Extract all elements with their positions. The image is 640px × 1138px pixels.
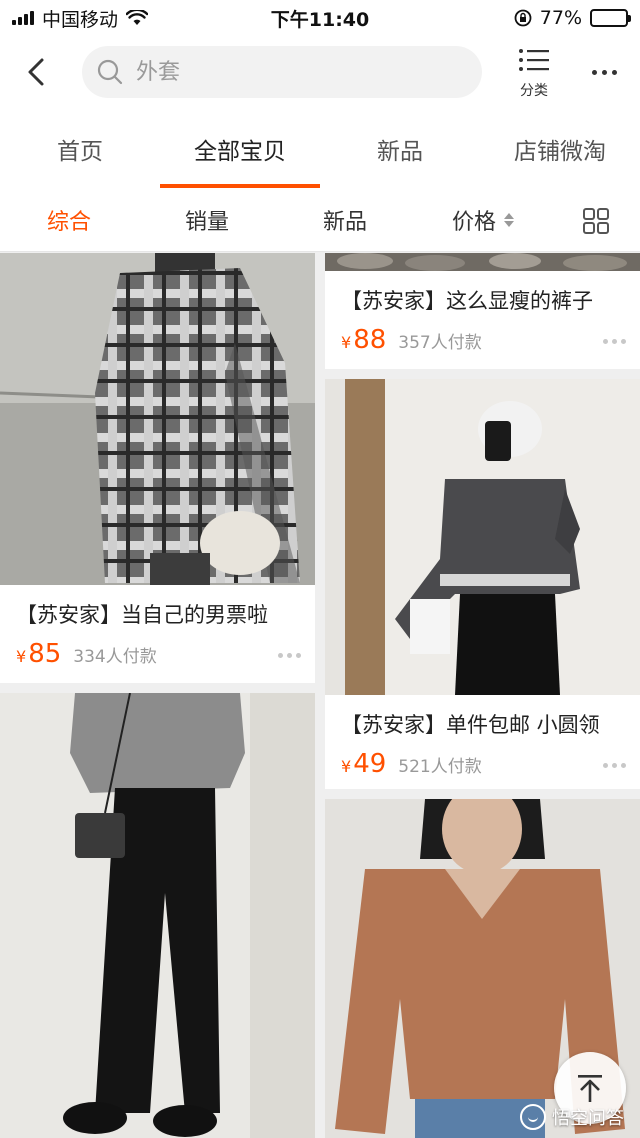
tab-home[interactable]: 首页 [0, 110, 160, 188]
carrier-name: 中国移动 [42, 8, 119, 31]
more-dots-icon[interactable] [278, 653, 301, 658]
currency-symbol: ¥ [341, 333, 352, 352]
more-dots-icon[interactable] [584, 56, 624, 88]
sort-sales[interactable]: 销量 [138, 204, 276, 236]
sort-comprehensive[interactable]: 综合 [0, 204, 138, 236]
product-sold-count: 334人付款 [73, 647, 157, 667]
product-sold-count: 357人付款 [398, 333, 482, 353]
product-image-grey-sweater[interactable] [325, 379, 640, 695]
rotation-lock-icon [514, 9, 532, 27]
wifi-icon [126, 10, 149, 25]
product-image-flare-pants[interactable] [0, 693, 315, 1138]
product-image-pants-crop[interactable] [325, 253, 640, 271]
sort-price-label: 价格 [451, 209, 496, 235]
product-sold-count: 521人付款 [398, 757, 482, 777]
status-bar: 中国移动 下午11:40 77% [0, 0, 640, 36]
sort-price[interactable]: 价格 [414, 204, 552, 236]
product-card[interactable]: 【苏安家】单件包邮 小圆领 ¥ 49 521人付款 [325, 379, 640, 789]
product-price-row: ¥ 49 521人付款 [341, 749, 482, 779]
status-left: 中国移动 [12, 5, 514, 32]
currency-symbol: ¥ [341, 757, 352, 776]
watermark-logo-icon [520, 1104, 546, 1130]
search-icon [97, 59, 123, 85]
product-card[interactable]: 【苏安家】当自己的男票啦 ¥ 85 334人付款 [0, 253, 315, 683]
watermark: 悟空问答 [520, 1100, 640, 1134]
more-dots-icon[interactable] [603, 339, 626, 344]
battery-icon [590, 9, 631, 27]
product-card[interactable]: 【苏安家】这么显瘦的裤子 ¥ 88 357人付款 [325, 253, 640, 369]
more-dots-icon[interactable] [603, 763, 626, 768]
product-price-row: ¥ 88 357人付款 [341, 325, 482, 355]
chevron-left-icon[interactable] [18, 52, 58, 92]
battery-percent: 77% [539, 7, 582, 29]
sort-new-label: 新品 [322, 209, 367, 235]
product-price: 88 [353, 325, 387, 355]
search-header: 分类 [0, 36, 640, 110]
grid-view-icon[interactable] [582, 207, 610, 235]
tab-store-feed[interactable]: 店铺微淘 [480, 110, 640, 188]
tab-all-items[interactable]: 全部宝贝 [160, 110, 320, 188]
category-button[interactable]: 分类 [510, 46, 558, 102]
shop-page: 中国移动 下午11:40 77% 外套 分类 首页 全部宝贝 新品 店铺微淘 综… [0, 0, 640, 1138]
store-tabs: 首页 全部宝贝 新品 店铺微淘 [0, 110, 640, 188]
watermark-text: 悟空问答 [552, 1108, 624, 1129]
sort-comprehensive-label: 综合 [46, 209, 91, 235]
product-title[interactable]: 【苏安家】单件包邮 小圆领 [341, 709, 600, 739]
sort-sales-label: 销量 [184, 209, 229, 235]
tab-new-items[interactable]: 新品 [320, 110, 480, 188]
category-label: 分类 [520, 83, 548, 99]
currency-symbol: ¥ [16, 647, 27, 666]
product-price: 49 [353, 749, 387, 779]
search-bar[interactable] [82, 46, 482, 98]
product-title[interactable]: 【苏安家】当自己的男票啦 [16, 599, 268, 629]
list-icon [519, 49, 549, 71]
product-price-row: ¥ 85 334人付款 [16, 639, 157, 669]
product-card[interactable] [0, 693, 315, 1138]
sort-new[interactable]: 新品 [276, 204, 414, 236]
sort-bar: 综合 销量 新品 价格 [0, 188, 640, 252]
status-right: 77% [514, 7, 631, 29]
product-price: 85 [28, 639, 62, 669]
signal-icon [12, 11, 34, 25]
product-title[interactable]: 【苏安家】这么显瘦的裤子 [341, 285, 593, 315]
sort-arrows-icon [504, 212, 514, 227]
product-grid: 【苏安家】当自己的男票啦 ¥ 85 334人付款 【苏安家】这么显瘦的裤子 ¥ … [0, 253, 640, 1138]
product-image-plaid-shirt[interactable] [0, 253, 315, 585]
search-input[interactable] [136, 59, 436, 85]
